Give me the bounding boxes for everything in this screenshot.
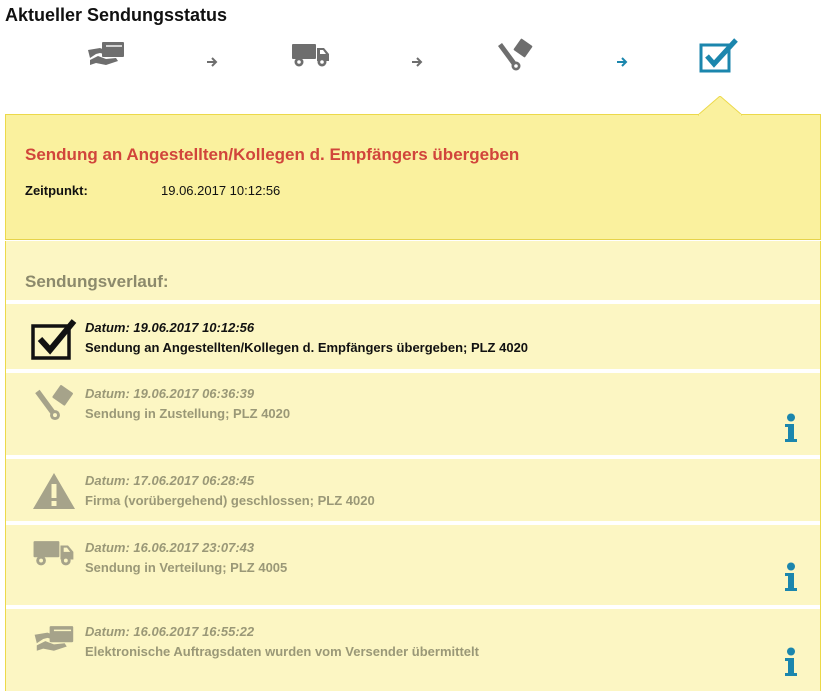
warning-icon [33, 473, 75, 509]
history-heading: Sendungsverlauf: [25, 272, 169, 291]
checkbox-checked-icon [699, 38, 738, 73]
history-entry: Datum: 16.06.2017 23:07:43 Sendung in Ve… [6, 521, 820, 605]
info-icon[interactable] [782, 647, 800, 677]
entry-description: Sendung an Angestellten/Kollegen d. Empf… [85, 340, 529, 355]
current-status-title: Sendung an Angestellten/Kollegen d. Empf… [25, 145, 520, 164]
chevron-right-icon [207, 57, 218, 67]
entry-date: Datum: 16.06.2017 16:55:22 [85, 624, 255, 639]
truck-icon [292, 44, 329, 67]
handover-icon [34, 626, 74, 651]
history-entry: Datum: 17.06.2017 06:28:45 Firma (vorübe… [6, 455, 820, 521]
entry-date: Datum: 19.06.2017 06:36:39 [85, 386, 255, 401]
status-time-value: 19.06.2017 10:12:56 [161, 183, 281, 198]
checkbox-checked-icon [31, 319, 77, 360]
history-entry: Datum: 19.06.2017 06:36:39 Sendung in Zu… [6, 369, 820, 455]
info-icon[interactable] [782, 562, 800, 592]
hand-truck-icon [498, 38, 533, 71]
entry-description: Sendung in Verteilung; PLZ 4005 [85, 560, 288, 575]
handover-icon [88, 42, 124, 65]
current-step-pointer [698, 96, 742, 116]
entry-description: Elektronische Auftragsdaten wurden vom V… [85, 644, 479, 659]
entry-date: Datum: 19.06.2017 10:12:56 [85, 320, 255, 335]
history-entry: Datum: 19.06.2017 10:12:56 Sendung an An… [6, 300, 820, 369]
chevron-right-icon [412, 57, 423, 67]
truck-icon [33, 541, 74, 566]
entry-description: Sendung in Zustellung; PLZ 4020 [85, 406, 291, 421]
info-icon[interactable] [782, 413, 800, 443]
history-panel: Sendungsverlauf: Datum: 19.06.2017 10:12… [5, 241, 821, 691]
entry-description: Firma (vorübergehend) geschlossen; PLZ 4… [85, 493, 375, 508]
history-entry: Datum: 16.06.2017 16:55:22 Elektronische… [6, 605, 820, 691]
status-time-label: Zeitpunkt: [25, 183, 88, 198]
chevron-right-icon [617, 57, 628, 67]
entry-date: Datum: 16.06.2017 23:07:43 [85, 540, 255, 555]
hand-truck-icon [35, 385, 73, 421]
current-status-panel: Sendung an Angestellten/Kollegen d. Empf… [5, 114, 821, 240]
entry-date: Datum: 17.06.2017 06:28:45 [85, 473, 255, 488]
